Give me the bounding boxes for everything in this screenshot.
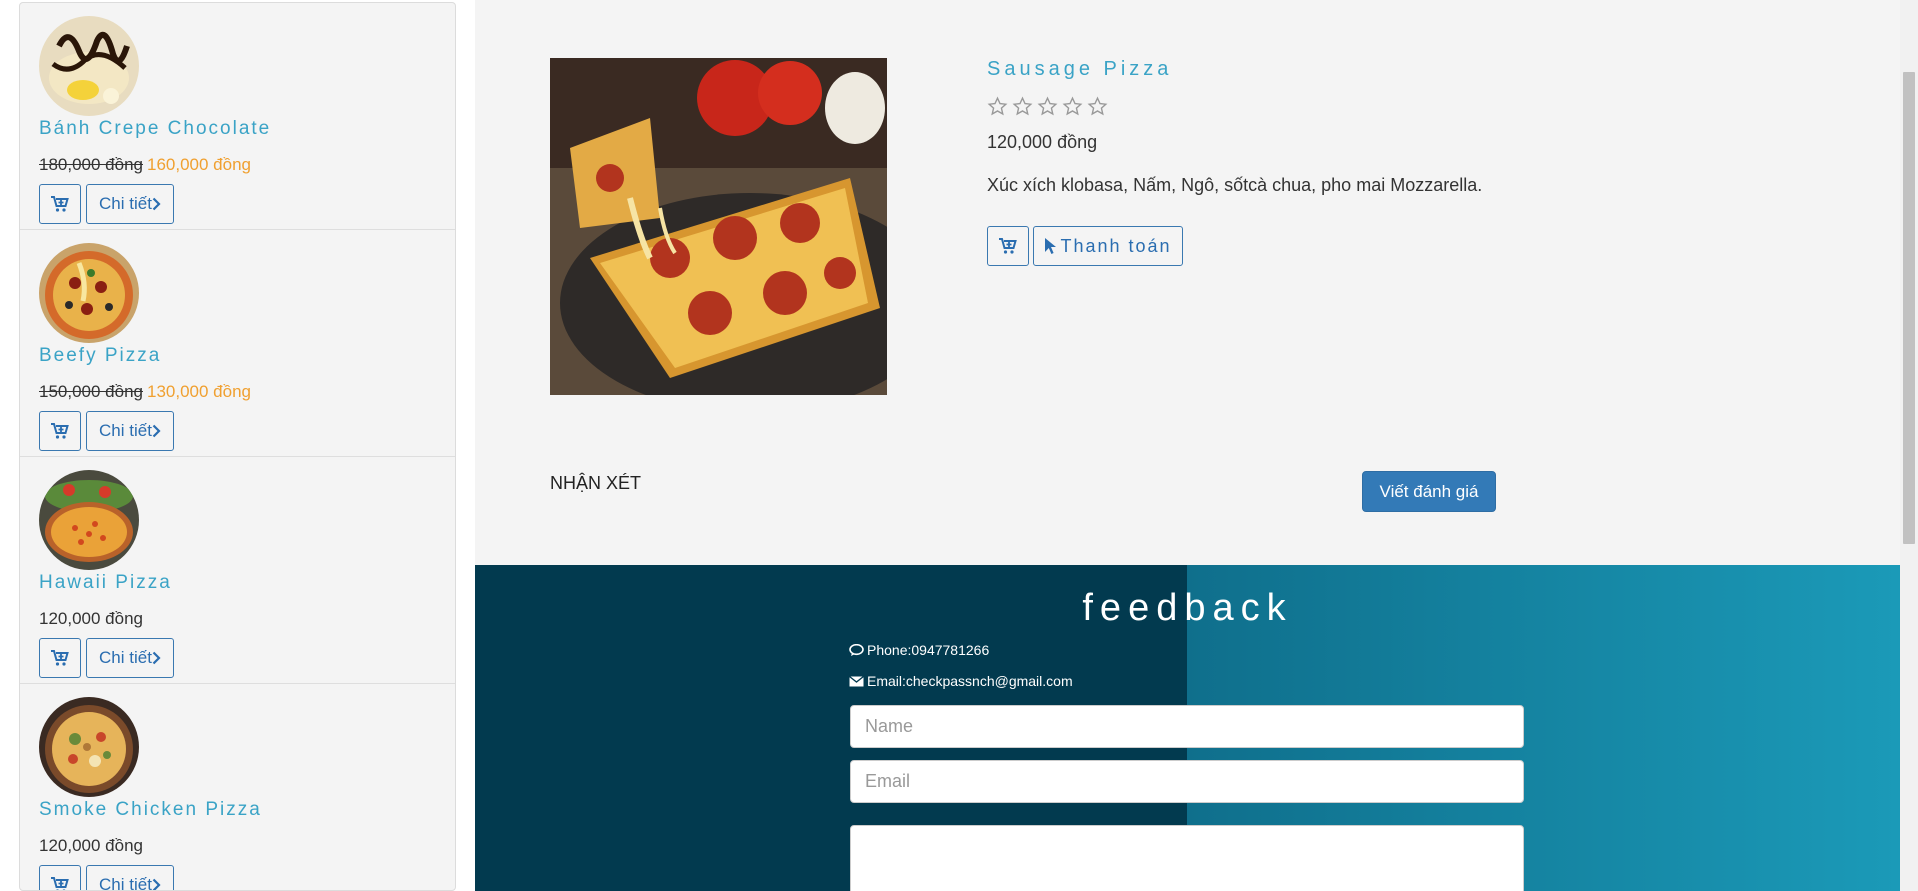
product-thumbnail[interactable] (39, 243, 139, 343)
star-empty-icon[interactable] (1062, 96, 1083, 117)
cart-plus-icon (51, 195, 69, 212)
star-empty-icon[interactable] (987, 96, 1008, 117)
detail-label: Chi tiết (99, 421, 152, 440)
product-name[interactable]: Smoke Chicken Pizza (39, 799, 262, 821)
star-empty-icon[interactable] (1087, 96, 1108, 117)
pointer-icon (1045, 238, 1057, 254)
contact-email-text: Email:checkpassnch@gmail.com (867, 673, 1073, 689)
cart-plus-icon (51, 422, 69, 439)
product-prices: 150,000 đồng 130,000 đồng (39, 382, 251, 402)
sidebar-product-item: Smoke Chicken Pizza 120,000 đồng Chi tiế… (20, 684, 455, 891)
product-prices: 180,000 đồng 160,000 đồng (39, 155, 251, 175)
chevron-right-icon (152, 651, 161, 665)
product-image (550, 58, 887, 395)
sidebar-product-item: Hawaii Pizza 120,000 đồng Chi tiết (20, 457, 455, 684)
comment-icon (849, 643, 864, 656)
add-to-cart-button[interactable] (39, 638, 81, 678)
write-review-button[interactable]: Viết đánh giá (1362, 471, 1496, 512)
add-to-cart-button[interactable] (987, 226, 1029, 266)
feedback-section: feedback Phone:0947781266 Email:checkpas… (475, 565, 1900, 891)
product-actions: Chi tiết (39, 184, 174, 224)
contact-phone-text: Phone:0947781266 (867, 642, 990, 658)
product-actions: Thanh toán (987, 226, 1183, 266)
checkout-label: Thanh toán (1060, 235, 1172, 256)
name-input[interactable] (850, 705, 1524, 748)
chevron-right-icon (152, 878, 161, 890)
chevron-right-icon (152, 424, 161, 438)
page: Bánh Crepe Chocolate 180,000 đồng 160,000… (0, 0, 1918, 891)
contact-phone: Phone:0947781266 (849, 642, 989, 658)
detail-button[interactable]: Chi tiết (86, 638, 174, 678)
product-thumbnail[interactable] (39, 470, 139, 570)
checkout-button[interactable]: Thanh toán (1033, 226, 1183, 266)
email-input[interactable] (850, 760, 1524, 803)
product-thumbnail[interactable] (39, 16, 139, 116)
detail-button[interactable]: Chi tiết (86, 184, 174, 224)
old-price: 150,000 đồng (39, 382, 143, 401)
sale-price: 130,000 đồng (147, 382, 251, 401)
related-products-sidebar: Bánh Crepe Chocolate 180,000 đồng 160,000… (19, 2, 456, 891)
product-prices: 120,000 đồng (39, 609, 143, 629)
feedback-title: feedback (1082, 587, 1293, 629)
product-description: Xúc xích klobasa, Nấm, Ngô, sốtcà chua, … (987, 175, 1483, 195)
add-to-cart-button[interactable] (39, 184, 81, 224)
product-actions: Chi tiết (39, 411, 174, 451)
detail-label: Chi tiết (99, 648, 152, 667)
sidebar-product-item: Bánh Crepe Chocolate 180,000 đồng 160,000… (20, 3, 455, 230)
product-price: 120,000 đồng (39, 836, 143, 855)
product-title: Sausage Pizza (987, 58, 1173, 80)
sidebar-product-item: Beefy Pizza 150,000 đồng 130,000 đồng Chi… (20, 230, 455, 457)
add-to-cart-button[interactable] (39, 865, 81, 890)
add-to-cart-button[interactable] (39, 411, 81, 451)
contact-email: Email:checkpassnch@gmail.com (849, 673, 1073, 689)
scrollbar-thumb[interactable] (1903, 72, 1915, 544)
envelope-icon (849, 675, 864, 686)
detail-label: Chi tiết (99, 875, 152, 891)
page-scrollbar[interactable] (1900, 0, 1918, 891)
product-price: 120,000 đồng (987, 132, 1098, 152)
old-price: 180,000 đồng (39, 155, 143, 174)
product-price: 120,000 đồng (39, 609, 143, 628)
product-name[interactable]: Hawaii Pizza (39, 572, 172, 594)
cart-plus-icon (51, 876, 69, 890)
chevron-right-icon (152, 197, 161, 211)
cart-plus-icon (51, 649, 69, 666)
detail-button[interactable]: Chi tiết (86, 411, 174, 451)
product-detail-section: Sausage Pizza 120,000 đồng Xúc xích klob… (475, 0, 1900, 565)
star-empty-icon[interactable] (1012, 96, 1033, 117)
message-textarea[interactable] (850, 825, 1524, 891)
product-name[interactable]: Bánh Crepe Chocolate (39, 118, 271, 140)
rating-stars[interactable] (987, 96, 1108, 117)
cart-plus-icon (999, 237, 1017, 254)
product-actions: Chi tiết (39, 865, 174, 891)
detail-button[interactable]: Chi tiết (86, 865, 174, 891)
product-prices: 120,000 đồng (39, 836, 143, 856)
product-actions: Chi tiết (39, 638, 174, 678)
reviews-heading: NHẬN XÉT (550, 473, 642, 493)
product-thumbnail[interactable] (39, 697, 139, 797)
detail-label: Chi tiết (99, 194, 152, 213)
product-name[interactable]: Beefy Pizza (39, 345, 161, 367)
sale-price: 160,000 đồng (147, 155, 251, 174)
star-empty-icon[interactable] (1037, 96, 1058, 117)
